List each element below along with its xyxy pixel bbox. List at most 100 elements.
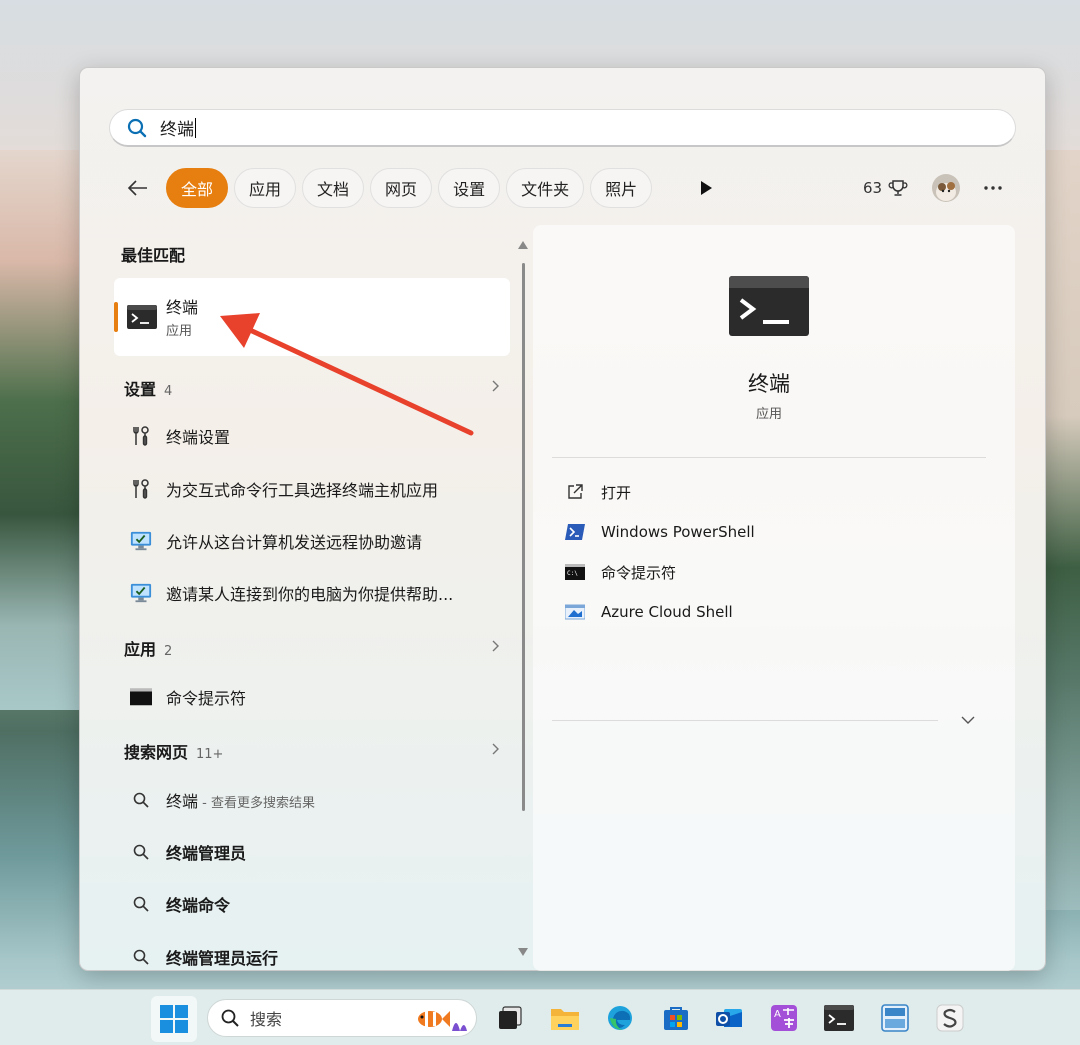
filter-chip-photos[interactable]: 照片 — [590, 168, 653, 208]
web-item-terminal-admin-run[interactable]: 终端管理员运行 — [130, 942, 510, 972]
remote-assistance-icon — [130, 582, 152, 604]
filter-chip-documents[interactable]: 文档 — [302, 168, 365, 208]
search-highlight-clownfish-icon — [418, 1011, 467, 1031]
web-group-heading[interactable]: 搜索网页 11+ — [124, 739, 223, 763]
web-item-label: 终端管理员运行 — [166, 949, 279, 968]
action-label: Azure Cloud Shell — [601, 603, 733, 621]
search-icon — [130, 789, 152, 811]
back-button[interactable] — [124, 174, 152, 202]
settings-item-terminal-host[interactable]: 为交互式命令行工具选择终端主机应用 — [130, 474, 510, 504]
taskbar-search-label: 搜索 — [250, 1010, 283, 1029]
detail-title: 终端 — [748, 372, 790, 396]
settings-item-label: 为交互式命令行工具选择终端主机应用 — [166, 481, 439, 500]
taskbar-lyric-editor[interactable] — [879, 1002, 911, 1034]
taskbar: 搜索 A — [0, 989, 1080, 1045]
terminal-app-large-icon — [729, 276, 809, 336]
more-filters-play-icon[interactable] — [696, 178, 716, 198]
chevron-right-icon[interactable] — [489, 743, 501, 755]
actions-divider — [552, 720, 938, 721]
apps-group-label: 应用 — [124, 640, 157, 659]
rewards-points-value: 63 — [863, 179, 883, 197]
settings-item-remote-assist-invite[interactable]: 邀请某人连接到你的电脑为你提供帮助... — [130, 578, 510, 608]
taskbar-file-explorer[interactable] — [549, 1002, 581, 1034]
web-group-label: 搜索网页 — [124, 743, 189, 762]
search-input[interactable]: 终端 — [109, 109, 1016, 147]
powershell-icon — [565, 522, 585, 542]
store-icon — [664, 1007, 688, 1030]
action-powershell[interactable]: Windows PowerShell — [565, 519, 755, 545]
taskbar-s-app[interactable] — [934, 1002, 966, 1034]
scrollbar-thumb[interactable] — [522, 263, 525, 811]
selection-indicator — [114, 302, 118, 332]
ellipsis-icon — [984, 186, 1002, 190]
action-open[interactable]: 打开 — [565, 479, 631, 505]
settings-group-count: 4 — [164, 384, 173, 399]
taskbar-language-app[interactable]: A — [768, 1002, 800, 1034]
avatar-image-icon — [932, 174, 960, 202]
back-arrow-icon — [127, 180, 147, 196]
filter-chip-settings[interactable]: 设置 — [438, 168, 501, 208]
language-app-icon: A — [771, 1005, 797, 1031]
search-icon — [130, 841, 152, 863]
taskbar-outlook[interactable] — [713, 1002, 745, 1034]
detail-subtitle: 应用 — [755, 407, 782, 422]
start-button[interactable] — [151, 996, 197, 1042]
taskbar-edge[interactable] — [604, 1002, 636, 1034]
search-icon — [127, 118, 147, 137]
settings-item-label: 邀请某人连接到你的电脑为你提供帮助... — [166, 585, 454, 604]
filter-chip-web[interactable]: 网页 — [370, 168, 433, 208]
web-item-terminal[interactable]: 终端 - 查看更多搜索结果 — [130, 785, 510, 815]
terminal-icon — [824, 1005, 854, 1031]
action-label: 命令提示符 — [601, 563, 677, 582]
lyric-editor-icon — [881, 1004, 909, 1032]
web-item-label: 终端 - 查看更多搜索结果 — [166, 788, 315, 812]
filter-chip-all[interactable]: 全部 — [166, 168, 229, 208]
rewards-points[interactable]: 63 — [863, 178, 908, 198]
taskbar-search[interactable]: 搜索 — [207, 999, 477, 1037]
user-avatar[interactable] — [932, 174, 960, 202]
command-prompt-icon — [130, 686, 152, 708]
wallpaper-left — [0, 150, 80, 710]
search-icon — [130, 893, 152, 915]
windows-logo-icon — [160, 1005, 188, 1033]
settings-group-heading[interactable]: 设置 4 — [124, 376, 172, 400]
detail-pane: 终端 应用 打开 Windows PowerShell C:\ 命令提示符 Az — [533, 225, 1015, 971]
taskbar-terminal[interactable] — [823, 1002, 855, 1034]
more-options-button[interactable] — [981, 176, 1005, 200]
web-item-terminal-admin[interactable]: 终端管理员 — [130, 837, 510, 867]
best-match-terminal[interactable]: 终端 应用 — [114, 278, 510, 356]
chevron-down-icon[interactable] — [961, 715, 975, 725]
outlook-icon — [716, 1009, 742, 1027]
web-item-terminal-command[interactable]: 终端命令 — [130, 889, 510, 919]
scroll-down-arrow-icon[interactable] — [518, 948, 528, 956]
web-item-hint: - 查看更多搜索结果 — [198, 796, 315, 811]
filter-chip-apps[interactable]: 应用 — [234, 168, 297, 208]
action-command-prompt[interactable]: C:\ 命令提示符 — [565, 559, 676, 585]
settings-item-remote-assist-send[interactable]: 允许从这台计算机发送远程协助邀请 — [130, 526, 510, 556]
detail-divider — [552, 457, 986, 458]
search-query[interactable]: 终端 — [160, 115, 194, 140]
taskbar-store[interactable] — [660, 1002, 692, 1034]
chevron-right-icon[interactable] — [489, 640, 501, 652]
filter-chip-folders[interactable]: 文件夹 — [506, 168, 585, 208]
taskbar-task-view[interactable] — [494, 1002, 526, 1034]
best-match-heading: 最佳匹配 — [121, 246, 186, 265]
best-match-title: 终端 — [166, 298, 199, 317]
terminal-app-icon — [127, 305, 157, 329]
app-item-label: 命令提示符 — [166, 689, 247, 708]
action-azure-cloud-shell[interactable]: Azure Cloud Shell — [565, 599, 733, 625]
file-explorer-icon — [551, 1009, 579, 1030]
web-item-label: 终端命令 — [166, 896, 231, 915]
web-item-query: 终端 — [166, 792, 199, 811]
apps-group-count: 2 — [164, 644, 173, 659]
apps-group-heading[interactable]: 应用 2 — [124, 636, 172, 660]
remote-assistance-icon — [130, 530, 152, 552]
settings-wrench-icon — [130, 478, 152, 500]
settings-item-terminal-settings[interactable]: 终端设置 — [130, 421, 510, 451]
task-view-icon — [499, 1006, 522, 1029]
scroll-up-arrow-icon[interactable] — [518, 241, 528, 249]
svg-text:C:\: C:\ — [567, 570, 578, 577]
best-match-subtitle: 应用 — [166, 324, 193, 339]
app-item-command-prompt[interactable]: 命令提示符 — [130, 682, 510, 712]
chevron-right-icon[interactable] — [489, 380, 501, 392]
